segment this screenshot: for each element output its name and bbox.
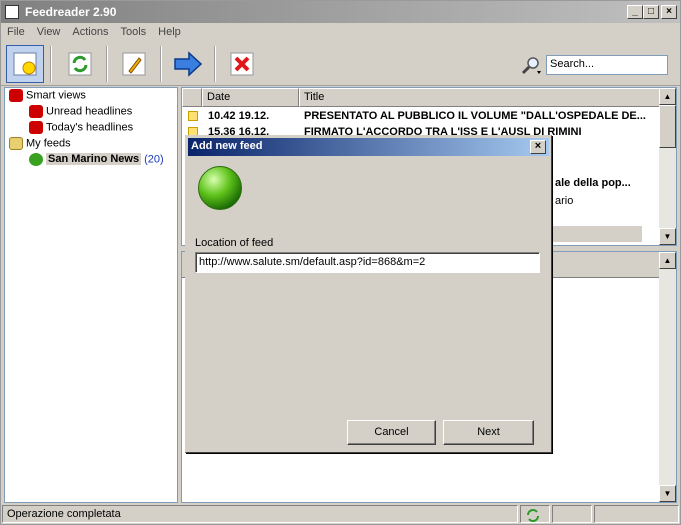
scroll-up-button[interactable]: ▲ <box>659 252 676 269</box>
tree-feed-san-marino[interactable]: San Marino News (20) <box>29 153 164 166</box>
minimize-button[interactable]: _ <box>627 5 643 19</box>
selected-row-highlight <box>552 226 642 242</box>
arrow-right-icon <box>174 51 203 77</box>
next-button[interactable]: Next <box>443 420 534 445</box>
unread-icon <box>29 105 43 118</box>
dialog-title: Add new feed <box>191 140 263 152</box>
toolbar-separator <box>214 46 216 82</box>
delete-icon <box>230 52 254 76</box>
my-feeds-label: My feeds <box>26 137 71 150</box>
menu-actions[interactable]: Actions <box>66 24 114 40</box>
scroll-thumb[interactable] <box>659 105 676 148</box>
today-label: Today's headlines <box>46 121 134 134</box>
tree-my-feeds[interactable]: My feeds <box>9 137 71 150</box>
menu-file[interactable]: File <box>1 24 31 40</box>
column-date[interactable]: Date <box>202 88 299 107</box>
status-bar: Operazione completata <box>1 504 680 524</box>
window-title: Feedreader 2.90 <box>25 5 117 19</box>
delete-button[interactable] <box>223 45 261 83</box>
refresh-icon <box>68 52 92 76</box>
pencil-icon <box>122 52 146 76</box>
article-scrollbar[interactable]: ▲ ▼ <box>659 252 676 502</box>
toolbar-separator <box>160 46 162 82</box>
status-refresh-icon <box>520 505 550 523</box>
headline-title-partial: ario <box>555 195 574 207</box>
unread-label: Unread headlines <box>46 105 133 118</box>
refresh-button[interactable] <box>61 45 99 83</box>
globe-icon <box>198 166 242 210</box>
menu-help[interactable]: Help <box>152 24 187 40</box>
forward-button[interactable] <box>169 45 207 83</box>
status-cell <box>552 505 592 523</box>
scroll-up-button[interactable]: ▲ <box>659 88 676 105</box>
feed-name: San Marino News <box>46 153 142 166</box>
toolbar-separator <box>106 46 108 82</box>
column-flag[interactable] <box>182 88 202 107</box>
dialog-close-button[interactable]: × <box>530 140 546 154</box>
main-window: Feedreader 2.90 _ □ × File View Actions Too… <box>0 0 681 525</box>
add-feed-dialog: Add new feed × Location of feed http://w… <box>185 135 552 453</box>
headline-date: 10.42 19.12. <box>208 110 270 122</box>
app-icon <box>5 5 19 19</box>
cancel-button[interactable]: Cancel <box>347 420 436 445</box>
today-icon <box>29 121 43 134</box>
feed-count: (20) <box>144 153 164 166</box>
folder-icon <box>9 137 23 150</box>
search-icon[interactable] <box>521 56 543 79</box>
maximize-button[interactable]: □ <box>643 5 659 19</box>
tree-unread-headlines[interactable]: Unread headlines <box>29 105 132 118</box>
headline-title: PRESENTATO AL PUBBLICO IL VOLUME "DALL'O… <box>304 110 646 122</box>
tree-smart-views[interactable]: Smart views <box>9 89 86 102</box>
headline-title-partial: ale della pop... <box>555 177 631 189</box>
feed-globe-icon <box>29 153 43 166</box>
scroll-down-button[interactable]: ▼ <box>659 228 676 245</box>
tree-todays-headlines[interactable]: Today's headlines <box>29 121 133 134</box>
title-bar: Feedreader 2.90 _ □ × <box>1 1 680 23</box>
menu-view[interactable]: View <box>31 24 67 40</box>
unread-item-icon <box>188 111 198 121</box>
edit-button[interactable] <box>115 45 153 83</box>
headline-scrollbar[interactable]: ▲ ▼ <box>659 88 676 245</box>
column-title[interactable]: Title <box>299 88 660 107</box>
smart-views-label: Smart views <box>26 89 86 102</box>
toolbar-separator <box>50 46 52 82</box>
menu-tools[interactable]: Tools <box>114 24 152 40</box>
menu-bar: File View Actions Tools Help <box>1 24 680 42</box>
status-cell <box>594 505 679 523</box>
dialog-title-bar: Add new feed × <box>188 138 549 156</box>
close-button[interactable]: × <box>661 5 677 19</box>
search-input[interactable]: Search... <box>546 55 668 75</box>
smart-views-icon <box>9 89 23 102</box>
scroll-down-button[interactable]: ▼ <box>659 485 676 502</box>
headline-row[interactable]: 10.42 19.12. PRESENTATO AL PUBBLICO IL V… <box>182 108 660 124</box>
new-feed-button[interactable] <box>6 45 44 83</box>
feed-location-input[interactable]: http://www.salute.sm/default.asp?id=868&… <box>195 252 540 273</box>
status-text: Operazione completata <box>2 505 518 523</box>
feed-location-label: Location of feed <box>195 237 274 249</box>
new-feed-icon <box>13 52 37 76</box>
feed-tree: Smart views Unread headlines Today's hea… <box>4 87 178 503</box>
